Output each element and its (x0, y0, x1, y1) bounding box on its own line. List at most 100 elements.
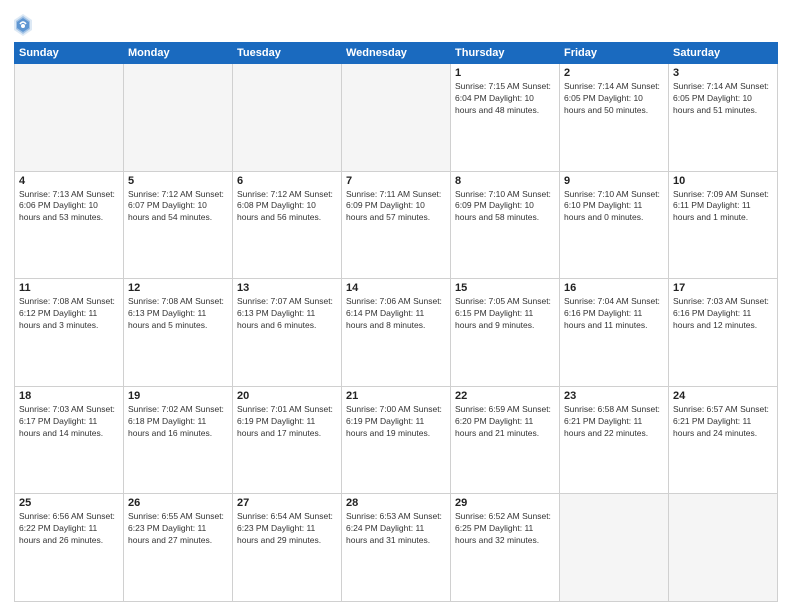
day-number: 4 (19, 175, 119, 187)
calendar-cell: 15 Sunrise: 7:05 AM Sunset: 6:15 PM Dayli… (451, 279, 560, 387)
day-content: Sunrise: 7:08 AM Sunset: 6:13 PM Dayligh… (128, 296, 228, 332)
logo (14, 14, 36, 36)
day-content: Sunrise: 7:08 AM Sunset: 6:12 PM Dayligh… (19, 296, 119, 332)
calendar-cell: 25 Sunrise: 6:56 AM Sunset: 6:22 PM Dayli… (15, 494, 124, 602)
day-number: 15 (455, 282, 555, 294)
day-number: 12 (128, 282, 228, 294)
calendar-cell: 3 Sunrise: 7:14 AM Sunset: 6:05 PM Daylig… (669, 64, 778, 172)
day-content: Sunrise: 6:52 AM Sunset: 6:25 PM Dayligh… (455, 511, 555, 547)
day-content: Sunrise: 7:03 AM Sunset: 6:16 PM Dayligh… (673, 296, 773, 332)
calendar-header-thursday: Thursday (451, 43, 560, 64)
calendar-week-5: 25 Sunrise: 6:56 AM Sunset: 6:22 PM Dayli… (15, 494, 778, 602)
calendar-cell: 28 Sunrise: 6:53 AM Sunset: 6:24 PM Dayli… (342, 494, 451, 602)
day-content: Sunrise: 7:04 AM Sunset: 6:16 PM Dayligh… (564, 296, 664, 332)
calendar-cell (560, 494, 669, 602)
calendar-cell: 13 Sunrise: 7:07 AM Sunset: 6:13 PM Dayli… (233, 279, 342, 387)
day-number: 14 (346, 282, 446, 294)
day-content: Sunrise: 6:53 AM Sunset: 6:24 PM Dayligh… (346, 511, 446, 547)
calendar-week-1: 1 Sunrise: 7:15 AM Sunset: 6:04 PM Daylig… (15, 64, 778, 172)
day-content: Sunrise: 7:05 AM Sunset: 6:15 PM Dayligh… (455, 296, 555, 332)
day-content: Sunrise: 7:07 AM Sunset: 6:13 PM Dayligh… (237, 296, 337, 332)
day-content: Sunrise: 7:10 AM Sunset: 6:09 PM Dayligh… (455, 189, 555, 225)
calendar-week-3: 11 Sunrise: 7:08 AM Sunset: 6:12 PM Dayli… (15, 279, 778, 387)
calendar-cell: 5 Sunrise: 7:12 AM Sunset: 6:07 PM Daylig… (124, 171, 233, 279)
page: SundayMondayTuesdayWednesdayThursdayFrid… (0, 0, 792, 612)
calendar-table: SundayMondayTuesdayWednesdayThursdayFrid… (14, 42, 778, 602)
calendar-cell: 26Sunrise: 6:55 AM Sunset: 6:23 PM Dayli… (124, 494, 233, 602)
day-number: 17 (673, 282, 773, 294)
calendar-cell: 21 Sunrise: 7:00 AM Sunset: 6:19 PM Dayli… (342, 386, 451, 494)
calendar-cell: 16 Sunrise: 7:04 AM Sunset: 6:16 PM Dayli… (560, 279, 669, 387)
day-content: Sunrise: 6:58 AM Sunset: 6:21 PM Dayligh… (564, 404, 664, 440)
day-number: 19 (128, 390, 228, 402)
calendar-cell: 29 Sunrise: 6:52 AM Sunset: 6:25 PM Dayli… (451, 494, 560, 602)
calendar-cell: 1 Sunrise: 7:15 AM Sunset: 6:04 PM Daylig… (451, 64, 560, 172)
calendar-cell: 8 Sunrise: 7:10 AM Sunset: 6:09 PM Daylig… (451, 171, 560, 279)
calendar-cell: 7Sunrise: 7:11 AM Sunset: 6:09 PM Daylig… (342, 171, 451, 279)
day-number: 22 (455, 390, 555, 402)
day-content: Sunrise: 6:56 AM Sunset: 6:22 PM Dayligh… (19, 511, 119, 547)
day-number: 18 (19, 390, 119, 402)
calendar-cell: 18 Sunrise: 7:03 AM Sunset: 6:17 PM Dayli… (15, 386, 124, 494)
day-content: Sunrise: 6:57 AM Sunset: 6:21 PM Dayligh… (673, 404, 773, 440)
day-content: Sunrise: 7:14 AM Sunset: 6:05 PM Dayligh… (673, 81, 773, 117)
calendar-cell (124, 64, 233, 172)
day-content: Sunrise: 7:14 AM Sunset: 6:05 PM Dayligh… (564, 81, 664, 117)
day-number: 16 (564, 282, 664, 294)
day-content: Sunrise: 7:11 AM Sunset: 6:09 PM Dayligh… (346, 189, 446, 225)
day-number: 28 (346, 497, 446, 509)
day-number: 25 (19, 497, 119, 509)
day-content: Sunrise: 7:03 AM Sunset: 6:17 PM Dayligh… (19, 404, 119, 440)
day-number: 29 (455, 497, 555, 509)
calendar-cell: 23 Sunrise: 6:58 AM Sunset: 6:21 PM Dayli… (560, 386, 669, 494)
calendar-header-row: SundayMondayTuesdayWednesdayThursdayFrid… (15, 43, 778, 64)
calendar-cell: 9 Sunrise: 7:10 AM Sunset: 6:10 PM Daylig… (560, 171, 669, 279)
calendar-cell: 17 Sunrise: 7:03 AM Sunset: 6:16 PM Dayli… (669, 279, 778, 387)
day-content: Sunrise: 7:02 AM Sunset: 6:18 PM Dayligh… (128, 404, 228, 440)
calendar-cell: 19 Sunrise: 7:02 AM Sunset: 6:18 PM Dayli… (124, 386, 233, 494)
day-number: 24 (673, 390, 773, 402)
calendar-header-wednesday: Wednesday (342, 43, 451, 64)
day-number: 11 (19, 282, 119, 294)
calendar-cell (15, 64, 124, 172)
day-number: 2 (564, 67, 664, 79)
calendar-header-monday: Monday (124, 43, 233, 64)
calendar-header-friday: Friday (560, 43, 669, 64)
calendar-cell: 12 Sunrise: 7:08 AM Sunset: 6:13 PM Dayli… (124, 279, 233, 387)
day-number: 20 (237, 390, 337, 402)
day-content: Sunrise: 6:59 AM Sunset: 6:20 PM Dayligh… (455, 404, 555, 440)
day-content: Sunrise: 7:12 AM Sunset: 6:07 PM Dayligh… (128, 189, 228, 225)
calendar-cell: 2 Sunrise: 7:14 AM Sunset: 6:05 PM Daylig… (560, 64, 669, 172)
day-number: 5 (128, 175, 228, 187)
day-number: 3 (673, 67, 773, 79)
calendar-cell: 20 Sunrise: 7:01 AM Sunset: 6:19 PM Dayli… (233, 386, 342, 494)
day-content: Sunrise: 7:12 AM Sunset: 6:08 PM Dayligh… (237, 189, 337, 225)
calendar-cell: 6 Sunrise: 7:12 AM Sunset: 6:08 PM Daylig… (233, 171, 342, 279)
calendar-cell: 27 Sunrise: 6:54 AM Sunset: 6:23 PM Dayli… (233, 494, 342, 602)
calendar-header-sunday: Sunday (15, 43, 124, 64)
day-content: Sunrise: 6:54 AM Sunset: 6:23 PM Dayligh… (237, 511, 337, 547)
calendar-cell: 24 Sunrise: 6:57 AM Sunset: 6:21 PM Dayli… (669, 386, 778, 494)
calendar-header-saturday: Saturday (669, 43, 778, 64)
day-content: Sunrise: 7:13 AM Sunset: 6:06 PM Dayligh… (19, 189, 119, 225)
calendar-cell: 11 Sunrise: 7:08 AM Sunset: 6:12 PM Dayli… (15, 279, 124, 387)
day-number: 13 (237, 282, 337, 294)
calendar-cell: 4 Sunrise: 7:13 AM Sunset: 6:06 PM Daylig… (15, 171, 124, 279)
day-content: Sunrise: 7:10 AM Sunset: 6:10 PM Dayligh… (564, 189, 664, 225)
day-number: 8 (455, 175, 555, 187)
day-number: 10 (673, 175, 773, 187)
day-number: 1 (455, 67, 555, 79)
calendar-cell: 14 Sunrise: 7:06 AM Sunset: 6:14 PM Dayli… (342, 279, 451, 387)
day-number: 23 (564, 390, 664, 402)
day-content: Sunrise: 7:15 AM Sunset: 6:04 PM Dayligh… (455, 81, 555, 117)
day-number: 6 (237, 175, 337, 187)
day-content: Sunrise: 6:55 AM Sunset: 6:23 PM Dayligh… (128, 511, 228, 547)
day-content: Sunrise: 7:06 AM Sunset: 6:14 PM Dayligh… (346, 296, 446, 332)
day-content: Sunrise: 7:01 AM Sunset: 6:19 PM Dayligh… (237, 404, 337, 440)
day-number: 27 (237, 497, 337, 509)
day-number: 9 (564, 175, 664, 187)
calendar-week-2: 4 Sunrise: 7:13 AM Sunset: 6:06 PM Daylig… (15, 171, 778, 279)
day-number: 21 (346, 390, 446, 402)
day-content: Sunrise: 7:00 AM Sunset: 6:19 PM Dayligh… (346, 404, 446, 440)
calendar-week-4: 18 Sunrise: 7:03 AM Sunset: 6:17 PM Dayli… (15, 386, 778, 494)
